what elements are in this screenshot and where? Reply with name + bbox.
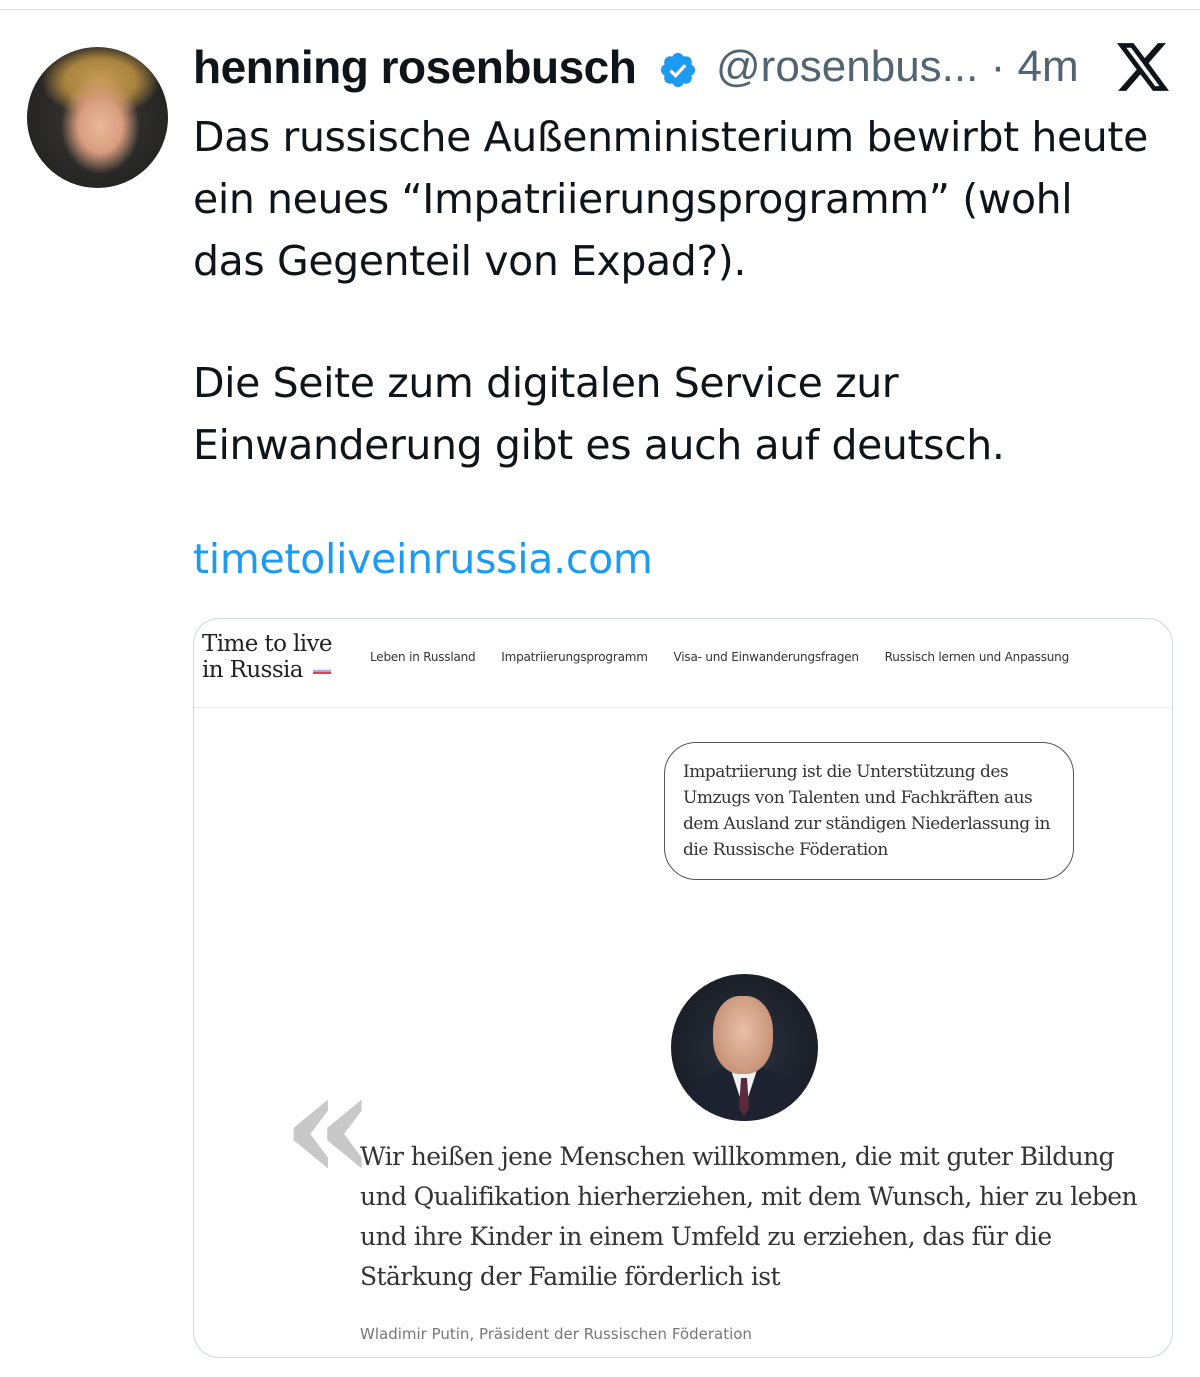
site-logo: Time to live in Russia <box>202 631 333 683</box>
site-logo-line-2: in Russia <box>202 657 303 683</box>
site-logo-line-1: Time to live <box>202 631 333 657</box>
tweet-paragraph-2: Die Seite zum digitalen Service zur Einw… <box>193 359 1005 469</box>
top-divider <box>0 9 1200 10</box>
author-name[interactable]: henning rosenbusch <box>193 40 637 94</box>
nav-item-visa: Visa- und Einwanderungsfragen <box>673 650 860 664</box>
definition-box: Impatriierung ist die Unterstützung des … <box>664 742 1074 880</box>
x-logo-icon <box>1117 43 1169 91</box>
verified-badge-icon <box>660 52 696 88</box>
meta-separator: · <box>990 42 1006 91</box>
tweet-paragraph-1: Das russische Außenministerium bewirbt h… <box>193 113 1148 285</box>
nav-item-russisch: Russisch lernen und Anpassung <box>884 650 1070 664</box>
timestamp[interactable]: 4m <box>1017 42 1078 91</box>
tweet-link[interactable]: timetoliveinrussia.com <box>193 535 653 583</box>
site-nav: Leben in Russland Impatriierungsprogramm… <box>370 650 1091 664</box>
tweet-body: Das russische Außenministerium bewirbt h… <box>193 106 1153 476</box>
card-divider <box>194 707 1172 708</box>
author-handle[interactable]: @rosenbus... · 4m <box>716 42 1079 92</box>
speaker-portrait <box>671 974 818 1121</box>
quote-author: Wladimir Putin, Präsident der Russischen… <box>360 1325 752 1343</box>
flag-icon <box>312 667 331 675</box>
media-card[interactable]: Time to live in Russia Leben in Russland… <box>193 618 1173 1358</box>
author-avatar[interactable] <box>27 47 168 188</box>
quote-text: Wir heißen jene Menschen willkommen, die… <box>360 1142 1138 1291</box>
tweet-header: henning rosenbusch @rosenbus... · 4m <box>193 38 1093 98</box>
nav-item-leben: Leben in Russland <box>370 650 476 664</box>
nav-item-impatriierung: Impatriierungsprogramm <box>501 650 648 664</box>
